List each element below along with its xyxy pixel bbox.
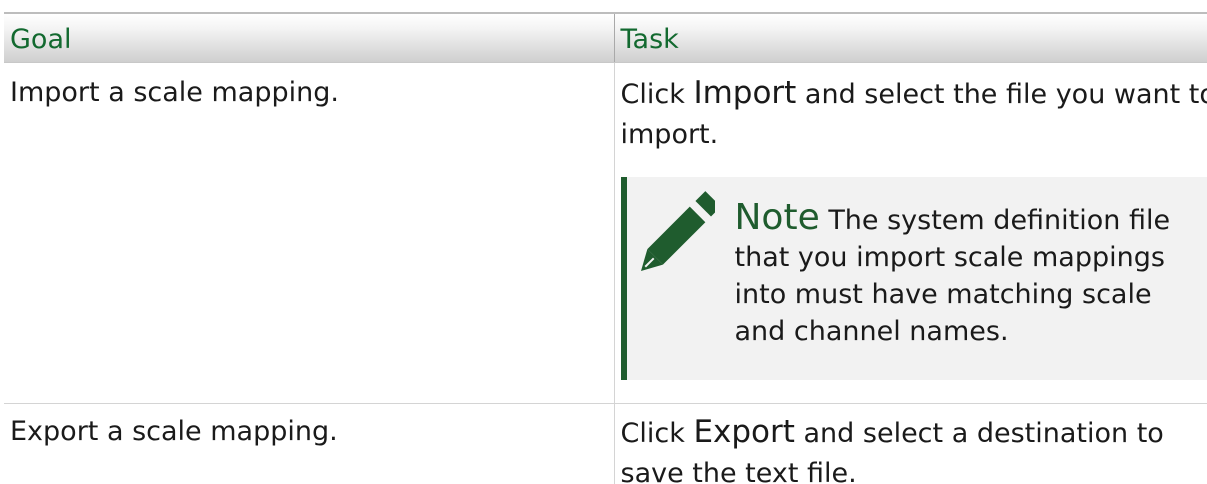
note-callout: Note The system definition file that you… <box>620 177 1207 380</box>
task-prefix: Click <box>620 79 685 110</box>
goal-text: Export a scale mapping. <box>10 416 338 447</box>
task-prefix: Click <box>620 418 685 449</box>
note-label: Note <box>734 197 820 238</box>
table-header-row: Goal Task <box>4 12 1207 63</box>
task-cell: Click Import and select the file you wan… <box>613 62 1207 404</box>
ui-term-export: Export <box>693 414 795 450</box>
task-text: Click Export and select a destination to… <box>621 412 1207 484</box>
pencil-icon <box>637 185 727 380</box>
goal-cell: Export a scale mapping. <box>4 404 614 484</box>
column-header-task: Task <box>613 12 1207 63</box>
goal-cell: Import a scale mapping. <box>4 62 614 404</box>
goal-task-table: Goal Task Import a scale mapping. Click … <box>4 12 1207 484</box>
task-text: Click Import and select the file you wan… <box>621 73 1207 155</box>
note-body: Note The system definition file that you… <box>727 185 1201 380</box>
ui-term-import: Import <box>693 75 797 111</box>
table-row: Import a scale mapping. Click Import and… <box>4 62 1207 404</box>
goal-text: Import a scale mapping. <box>10 77 339 108</box>
column-header-goal: Goal <box>4 12 614 63</box>
table-row: Export a scale mapping. Click Export and… <box>4 403 1207 484</box>
task-cell: Click Export and select a destination to… <box>613 403 1207 484</box>
